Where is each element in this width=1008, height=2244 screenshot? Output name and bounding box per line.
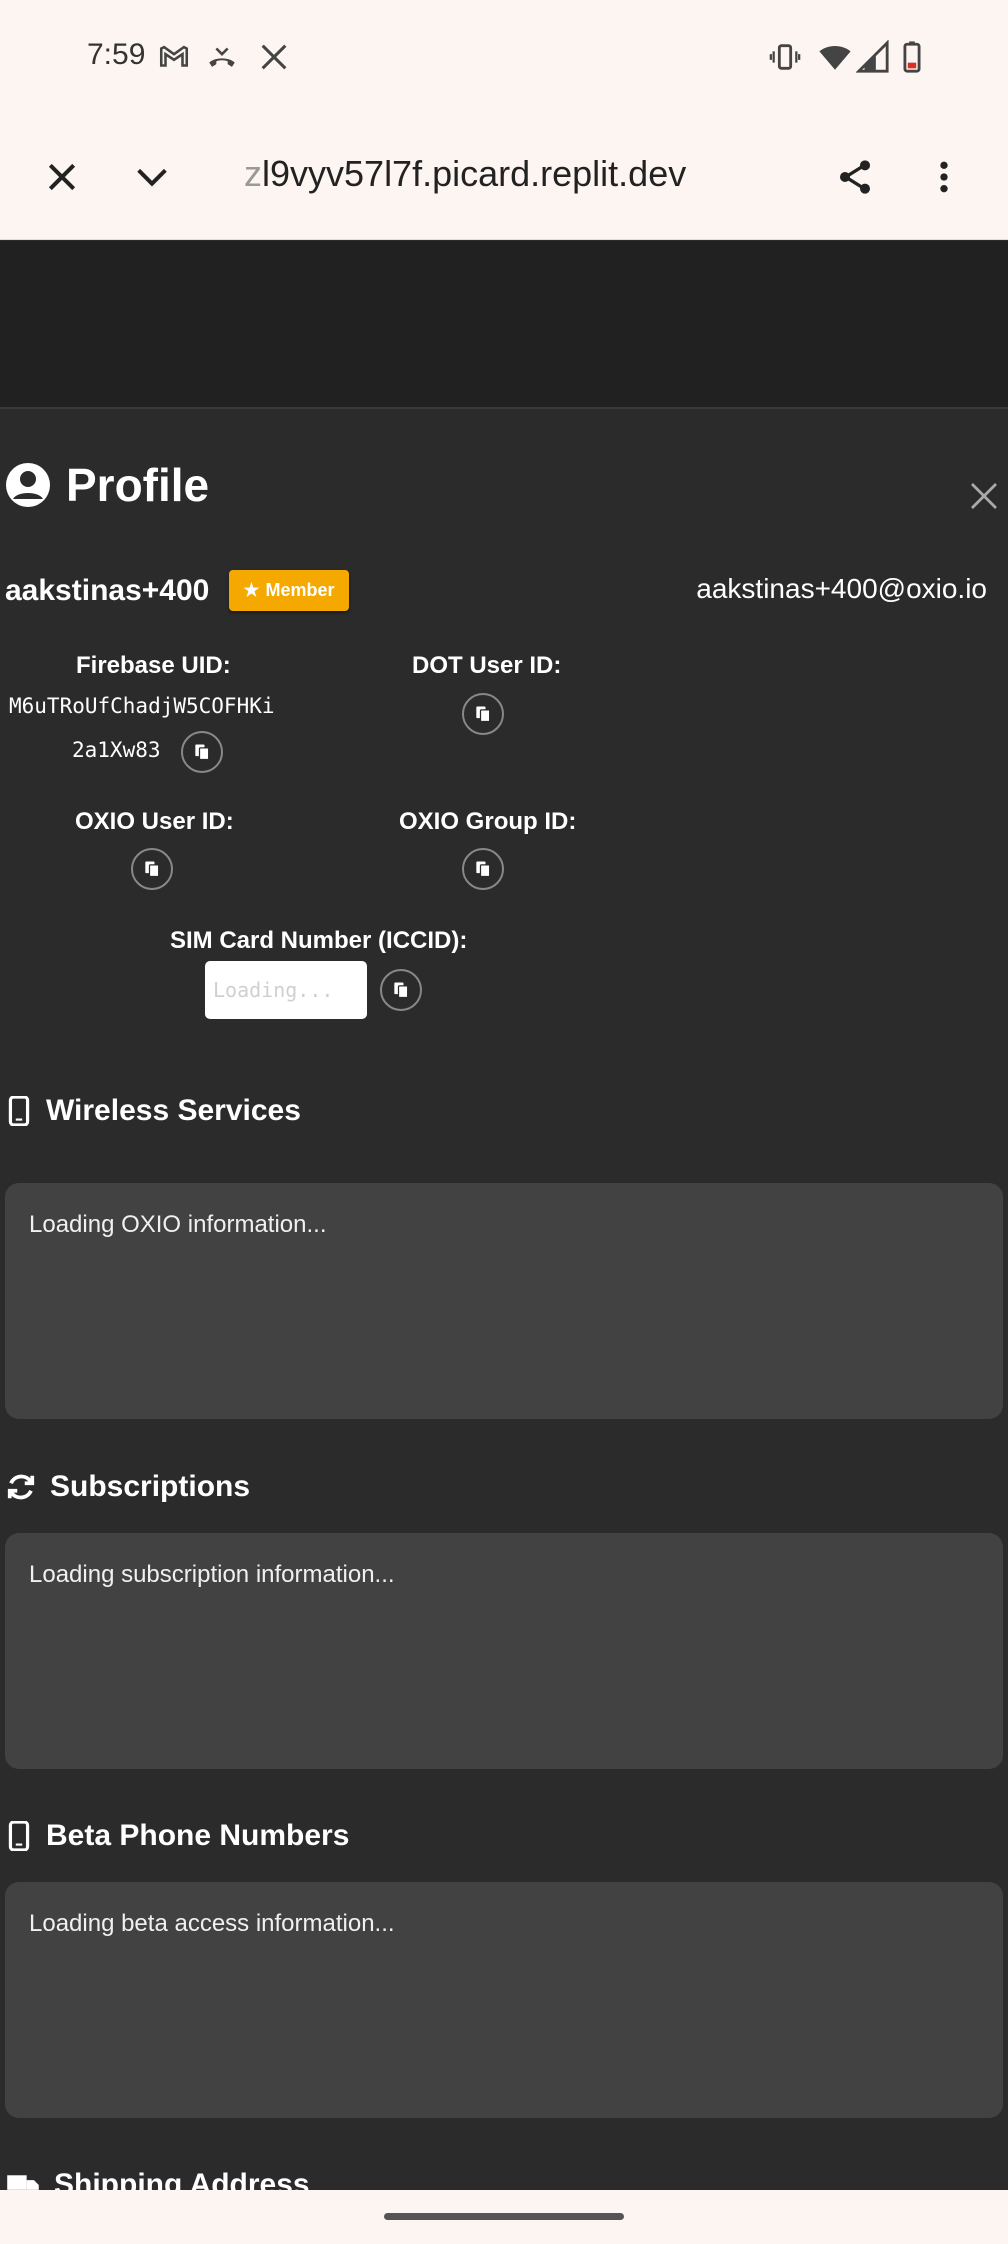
beta-phone-numbers-heading: Beta Phone Numbers xyxy=(6,1819,349,1853)
mobile-phone-icon xyxy=(8,1821,30,1851)
copy-icon xyxy=(145,861,160,878)
missed-call-icon xyxy=(205,40,239,74)
user-row: aakstinas+400 ★ Member xyxy=(5,570,349,611)
copy-iccid-button[interactable] xyxy=(380,969,422,1011)
subscriptions-card: Loading subscription information... xyxy=(5,1533,1003,1769)
url-text: l9vyv57l7f.picard.replit.dev xyxy=(262,153,687,194)
beta-phone-numbers-card: Loading beta access information... xyxy=(5,1882,1003,2118)
copy-oxio-user-id-button[interactable] xyxy=(131,848,173,890)
browser-toolbar: zl9vyv57l7f.picard.replit.dev xyxy=(0,115,1008,240)
sim-iccid-label: SIM Card Number (ICCID): xyxy=(170,927,468,954)
firebase-uid-value-line2: 2a1Xw83 xyxy=(72,738,161,762)
wifi-icon xyxy=(818,40,852,74)
wireless-services-title: Wireless Services xyxy=(46,1094,301,1127)
more-vert-icon xyxy=(940,161,948,193)
user-circle-icon xyxy=(6,463,50,507)
copy-dot-user-id-button[interactable] xyxy=(462,693,504,735)
status-time: 7:59 xyxy=(87,38,146,71)
close-profile-icon[interactable] xyxy=(966,478,1002,514)
badge-label: Member xyxy=(265,580,335,600)
share-icon xyxy=(840,160,870,194)
wireless-loading-text: Loading OXIO information... xyxy=(29,1211,327,1238)
x-app-icon xyxy=(257,40,291,74)
battery-low-icon xyxy=(895,40,929,74)
subscriptions-heading: Subscriptions xyxy=(6,1470,250,1504)
firebase-uid-value-line1: M6uTRoUfChadjW5COFHKi xyxy=(9,694,275,718)
url-display[interactable]: zl9vyv57l7f.picard.replit.dev xyxy=(244,153,704,195)
close-tab-button[interactable] xyxy=(30,145,94,209)
dot-user-id-label: DOT User ID: xyxy=(412,652,562,679)
page-title: Profile xyxy=(66,459,210,511)
minimize-button[interactable] xyxy=(120,145,184,209)
copy-icon xyxy=(195,744,210,761)
app-header xyxy=(0,241,1008,409)
subscriptions-loading-text: Loading subscription information... xyxy=(29,1561,395,1588)
copy-icon xyxy=(394,982,409,999)
gmail-icon xyxy=(157,40,191,74)
home-indicator[interactable] xyxy=(384,2213,624,2220)
star-icon: ★ xyxy=(243,580,260,600)
refresh-icon xyxy=(7,1474,35,1500)
oxio-user-id-label: OXIO User ID: xyxy=(75,808,234,835)
vibrate-icon xyxy=(768,40,802,74)
status-bar: 7:59 xyxy=(0,0,1008,115)
cell-signal-icon xyxy=(855,39,890,74)
profile-header: Profile xyxy=(4,458,209,512)
url-prefix: z xyxy=(244,153,262,194)
copy-icon xyxy=(476,861,491,878)
subscriptions-title: Subscriptions xyxy=(50,1470,251,1503)
chevron-down-icon xyxy=(137,168,167,187)
beta-loading-text: Loading beta access information... xyxy=(29,1910,395,1937)
username: aakstinas+400 xyxy=(5,573,210,607)
copy-icon xyxy=(476,706,491,723)
user-email: aakstinas+400@oxio.io xyxy=(696,573,987,604)
member-badge: ★ Member xyxy=(229,570,349,611)
firebase-uid-label: Firebase UID: xyxy=(76,652,231,679)
oxio-group-id-label: OXIO Group ID: xyxy=(399,808,577,835)
more-menu-button[interactable] xyxy=(912,145,976,209)
beta-phone-numbers-title: Beta Phone Numbers xyxy=(46,1819,350,1852)
close-icon xyxy=(48,163,76,191)
share-button[interactable] xyxy=(823,145,887,209)
copy-firebase-uid-button[interactable] xyxy=(181,731,223,773)
wireless-services-card: Loading OXIO information... xyxy=(5,1183,1003,1419)
sim-iccid-field[interactable]: Loading... xyxy=(205,961,367,1019)
mobile-phone-icon xyxy=(8,1096,30,1126)
copy-oxio-group-id-button[interactable] xyxy=(462,848,504,890)
wireless-services-heading: Wireless Services xyxy=(6,1094,301,1128)
